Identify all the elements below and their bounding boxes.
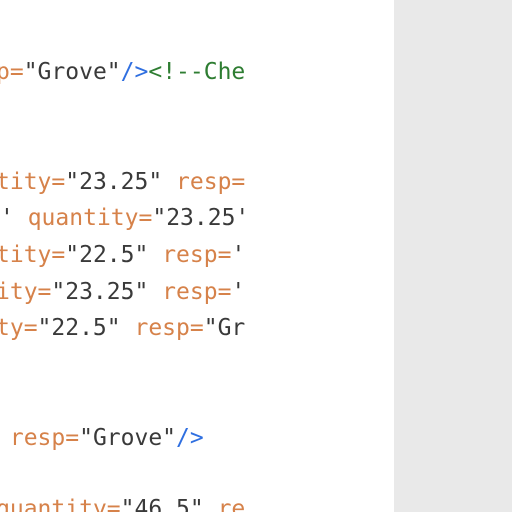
code-line[interactable]: ity="23.25" resp=' xyxy=(0,277,245,307)
xml-value-token: ' xyxy=(0,205,14,231)
xml-attribute-token: re xyxy=(203,496,246,512)
xml-tag-punctuation-token: /> xyxy=(176,425,204,451)
xml-attribute-token: resp= xyxy=(148,279,232,305)
code-line[interactable]: tity="23.25" resp= xyxy=(0,167,245,197)
xml-editor-window: p="Grove"/><!--Che tity="23.25" resp= ' … xyxy=(0,0,512,512)
xml-value-token: ' xyxy=(231,279,246,305)
side-panel xyxy=(394,0,512,512)
xml-attribute-token: tity= xyxy=(0,242,66,268)
xml-attribute-token: resp= xyxy=(162,169,246,195)
blank-editor-area xyxy=(256,0,394,512)
xml-value-token: "22.5" xyxy=(65,242,149,268)
xml-value-token: "Grove" xyxy=(79,425,177,451)
xml-value-token: "23.25' xyxy=(152,205,250,231)
xml-value-token: "Grove" xyxy=(23,59,121,85)
xml-value-token: ' xyxy=(231,242,246,268)
xml-attribute-token: resp= xyxy=(148,242,232,268)
xml-attribute-token: p= xyxy=(0,59,24,85)
code-line[interactable]: tity="22.5" resp=' xyxy=(0,240,245,270)
code-line[interactable]: resp="Grove"/> xyxy=(0,423,204,453)
xml-value-token: "22.5" xyxy=(37,315,121,341)
xml-tag-punctuation-token: /> xyxy=(120,59,149,85)
xml-value-token: "23.25" xyxy=(65,169,163,195)
xml-attribute-token: ity= xyxy=(0,279,52,305)
xml-attribute-token: tity= xyxy=(0,169,66,195)
xml-attribute-token: ty= xyxy=(0,315,38,341)
xml-value-token: "46.5" xyxy=(120,496,204,512)
xml-attribute-token: resp= xyxy=(120,315,204,341)
xml-attribute-token: quantity= xyxy=(13,205,153,231)
xml-value-token: "23.25" xyxy=(51,279,149,305)
xml-value-token: "Gr xyxy=(203,315,246,341)
xml-attribute-token: resp= xyxy=(0,425,80,451)
code-line[interactable]: ty="22.5" resp="Gr xyxy=(0,313,245,343)
code-line[interactable]: ' quantity="23.25' xyxy=(0,203,249,233)
code-line[interactable]: quantity="46.5" re xyxy=(0,494,245,512)
code-line[interactable]: p="Grove"/><!--Che xyxy=(0,57,245,87)
xml-comment-token: <!--Che xyxy=(148,59,246,85)
code-editor-pane[interactable]: p="Grove"/><!--Che tity="23.25" resp= ' … xyxy=(0,0,256,512)
xml-attribute-token: quantity= xyxy=(0,496,121,512)
